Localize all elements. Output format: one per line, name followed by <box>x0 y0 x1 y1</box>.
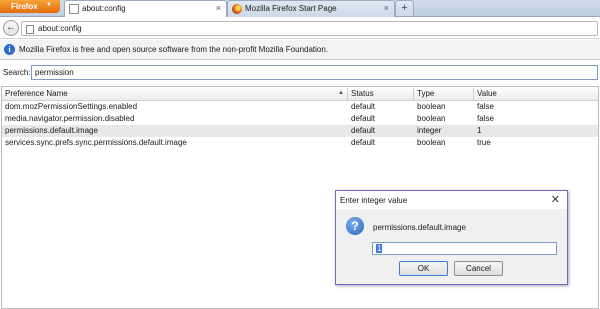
firefox-menu-label: Firefox <box>11 2 38 11</box>
tab-about-config[interactable]: about:config × <box>64 0 227 18</box>
pref-name: dom.mozPermissionSettings.enabled <box>5 102 138 111</box>
tab-start-page[interactable]: Mozilla Firefox Start Page × <box>227 0 395 17</box>
firefox-menu-button[interactable]: Firefox ▼ <box>0 0 60 13</box>
enter-integer-dialog: Enter integer value ✕ ? permissions.defa… <box>335 190 568 285</box>
column-header-value[interactable]: Value <box>477 89 497 98</box>
url-bar[interactable]: about:config <box>21 21 598 36</box>
close-icon[interactable]: ✕ <box>551 193 560 206</box>
pref-type: boolean <box>417 114 446 123</box>
column-divider[interactable] <box>473 88 474 100</box>
column-divider[interactable] <box>413 88 414 100</box>
pref-status: default <box>351 126 376 135</box>
table-row[interactable]: services.sync.prefs.sync.permissions.def… <box>2 137 598 149</box>
close-tab-icon[interactable]: × <box>384 3 389 13</box>
close-tab-icon[interactable]: × <box>216 3 221 13</box>
search-row: Search: permission <box>0 63 600 83</box>
pref-value: true <box>477 138 491 147</box>
pref-type: boolean <box>417 102 446 111</box>
tab-title: Mozilla Firefox Start Page <box>245 4 337 13</box>
pref-type: boolean <box>417 138 446 147</box>
info-bar: i Mozilla Firefox is free and open sourc… <box>0 40 600 60</box>
back-button[interactable]: ← <box>3 20 19 36</box>
column-header-type[interactable]: Type <box>417 89 434 98</box>
pref-name: media.navigator.permission.disabled <box>5 114 135 123</box>
dialog-body: ? permissions.default.image 1 OK Cancel <box>336 209 567 284</box>
dialog-titlebar[interactable]: Enter integer value ✕ <box>336 191 567 209</box>
search-label: Search: <box>3 68 31 77</box>
search-input[interactable]: permission <box>31 65 598 80</box>
pref-value: false <box>477 114 494 123</box>
table-row[interactable]: media.navigator.permission.disabled defa… <box>2 113 598 125</box>
pref-type: integer <box>417 126 442 135</box>
column-header-status[interactable]: Status <box>351 89 374 98</box>
cancel-button[interactable]: Cancel <box>454 261 503 276</box>
pref-status: default <box>351 114 376 123</box>
pref-status: default <box>351 102 376 111</box>
sort-ascending-icon: ▲ <box>338 90 344 96</box>
info-text: Mozilla Firefox is free and open source … <box>19 45 329 54</box>
firefox-icon <box>232 4 242 14</box>
page-icon <box>26 25 34 34</box>
dialog-title: Enter integer value <box>340 196 408 205</box>
pref-value: false <box>477 102 494 111</box>
pref-name: permissions.default.image <box>5 126 98 135</box>
blank-page-icon <box>69 4 79 14</box>
url-text: about:config <box>38 24 82 33</box>
table-header: Preference Name ▲ Status Type Value <box>2 87 598 101</box>
ok-button[interactable]: OK <box>399 261 448 276</box>
dialog-message: permissions.default.image <box>373 223 466 232</box>
navigation-bar: ← about:config <box>0 17 600 39</box>
chevron-down-icon: ▼ <box>46 2 52 8</box>
tab-strip: Firefox ▼ about:config × Mozilla Firefox… <box>0 0 600 18</box>
pref-status: default <box>351 138 376 147</box>
column-divider[interactable] <box>347 88 348 100</box>
column-header-preference-name[interactable]: Preference Name <box>5 89 68 98</box>
integer-value-input[interactable]: 1 <box>372 242 557 255</box>
table-row[interactable]: dom.mozPermissionSettings.enabled defaul… <box>2 101 598 113</box>
input-selected-text: 1 <box>376 244 383 253</box>
pref-name: services.sync.prefs.sync.permissions.def… <box>5 138 187 147</box>
tab-title: about:config <box>82 4 126 13</box>
question-icon: ? <box>346 217 364 235</box>
pref-value: 1 <box>477 126 482 135</box>
table-row[interactable]: permissions.default.image default intege… <box>2 125 598 137</box>
new-tab-button[interactable]: + <box>395 0 414 16</box>
info-icon: i <box>4 44 15 55</box>
